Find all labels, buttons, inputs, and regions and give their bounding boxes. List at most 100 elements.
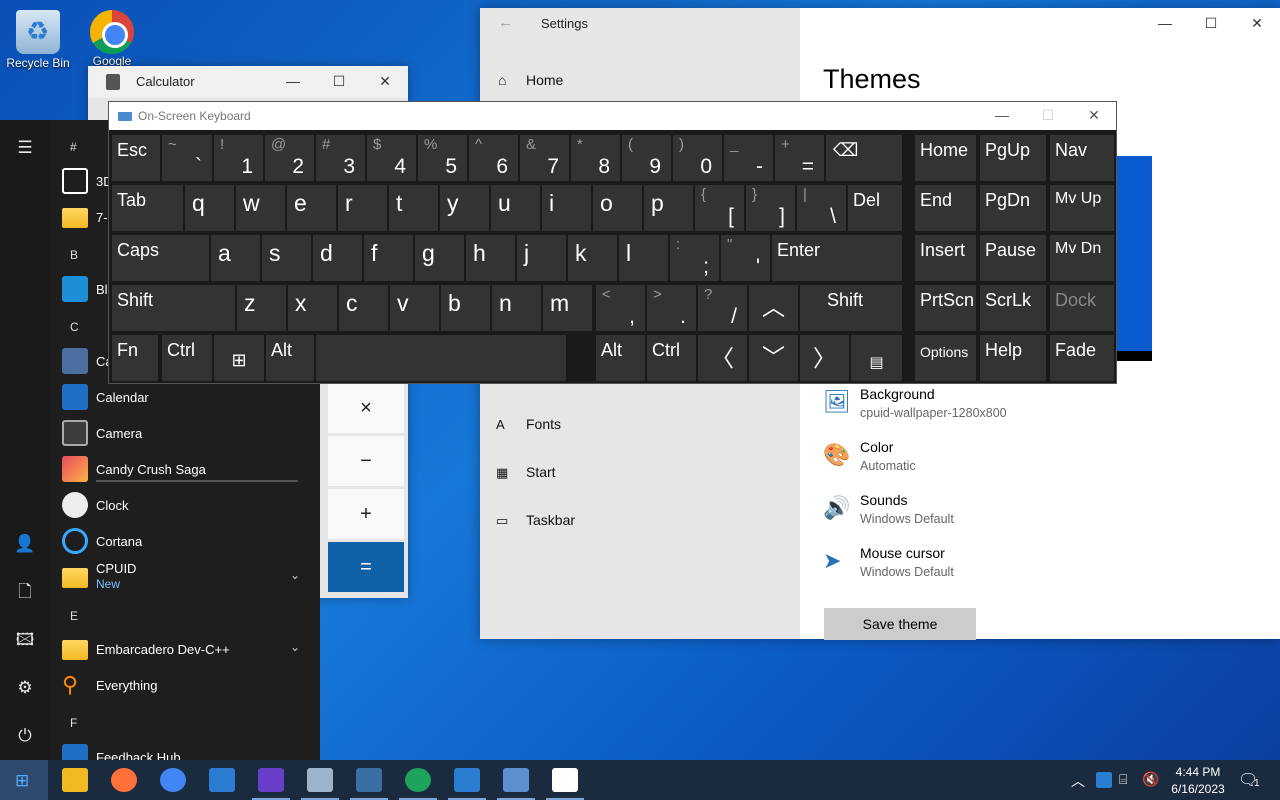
- close-button[interactable]: ✕: [362, 66, 408, 98]
- key-p[interactable]: p: [644, 185, 693, 231]
- app-camera[interactable]: Camera: [62, 415, 302, 451]
- key-enter[interactable]: Enter: [772, 235, 902, 281]
- key-9[interactable]: (9: [622, 135, 671, 181]
- key-q[interactable]: q: [185, 185, 234, 231]
- key-e[interactable]: e: [287, 185, 336, 231]
- key-down[interactable]: ﹀: [749, 335, 798, 381]
- key-equals[interactable]: + =: [775, 135, 824, 181]
- key-fade[interactable]: Fade: [1050, 335, 1114, 381]
- key-end[interactable]: End: [915, 185, 976, 231]
- taskbar-button[interactable]: [350, 760, 388, 800]
- app-clock[interactable]: Clock: [62, 487, 302, 523]
- taskbar-button[interactable]: [203, 760, 241, 800]
- key-0[interactable]: ) 0: [673, 135, 722, 181]
- key-alt-left[interactable]: Alt: [266, 335, 314, 381]
- key-tab[interactable]: Tab: [112, 185, 183, 231]
- key-pause[interactable]: Pause: [980, 235, 1046, 281]
- key-5[interactable]: % 5: [418, 135, 467, 181]
- clock-time[interactable]: 4:44 PM: [1170, 765, 1226, 779]
- key-comma[interactable]: <,: [596, 285, 645, 331]
- key-nav[interactable]: Nav: [1050, 135, 1114, 181]
- taskbar-button[interactable]: [301, 760, 339, 800]
- key-3[interactable]: #3: [316, 135, 365, 181]
- key-f[interactable]: f: [364, 235, 413, 281]
- taskbar-button[interactable]: [105, 760, 143, 800]
- app-cortana[interactable]: Cortana: [62, 523, 302, 559]
- minimize-button[interactable]: —: [979, 102, 1025, 130]
- maximize-button[interactable]: ☐: [316, 66, 362, 98]
- theme-sounds-option[interactable]: 🔊 Sounds Windows Default: [823, 492, 1143, 526]
- key-right-bracket[interactable]: }]: [746, 185, 795, 231]
- letter-header-hash[interactable]: #: [70, 140, 77, 154]
- letter-header-b[interactable]: B: [70, 248, 78, 262]
- maximize-button[interactable]: ☐: [1025, 102, 1071, 130]
- key-o[interactable]: o: [593, 185, 642, 231]
- key-y[interactable]: y: [440, 185, 489, 231]
- taskbar-button[interactable]: [448, 760, 486, 800]
- minimize-button[interactable]: —: [270, 66, 316, 98]
- key-dock[interactable]: Dock: [1050, 285, 1114, 331]
- tray-chevron-icon[interactable]: ︿: [1071, 771, 1085, 791]
- volume-muted-icon[interactable]: 🔇: [1142, 771, 1159, 788]
- key-s[interactable]: s: [262, 235, 311, 281]
- add-button[interactable]: +: [328, 489, 404, 539]
- key-shift-left[interactable]: Shift: [112, 285, 235, 331]
- key-r[interactable]: r: [338, 185, 387, 231]
- start-button[interactable]: ⊞: [0, 760, 48, 800]
- key-space[interactable]: [316, 335, 566, 381]
- back-arrow-icon[interactable]: ←: [498, 14, 513, 31]
- equals-button[interactable]: =: [328, 542, 404, 592]
- letter-header-e[interactable]: E: [70, 609, 78, 623]
- key-esc[interactable]: Esc: [112, 135, 160, 181]
- power-icon[interactable]: ⏻: [14, 725, 36, 747]
- chevron-down-icon[interactable]: ⌄: [290, 568, 300, 582]
- key-grave[interactable]: ~ `: [162, 135, 212, 181]
- app-cpuid[interactable]: CPUID New ⌄: [62, 559, 302, 595]
- settings-home-link[interactable]: ⌂ Home: [498, 72, 563, 88]
- taskbar-button[interactable]: [252, 760, 290, 800]
- key-1[interactable]: ! 1: [214, 135, 263, 181]
- tray-app-icon[interactable]: [1096, 772, 1112, 788]
- key-z[interactable]: z: [237, 285, 286, 331]
- key-c[interactable]: c: [339, 285, 388, 331]
- key-v[interactable]: v: [390, 285, 439, 331]
- taskbar-button[interactable]: [154, 760, 192, 800]
- key-4[interactable]: $4: [367, 135, 416, 181]
- key-alt-right[interactable]: Alt: [596, 335, 645, 381]
- key-i[interactable]: i: [542, 185, 591, 231]
- app-embarcadero[interactable]: Embarcadero Dev-C++ ⌄: [62, 631, 302, 667]
- close-button[interactable]: ✕: [1071, 102, 1117, 130]
- user-icon[interactable]: 👤: [14, 533, 36, 555]
- chevron-down-icon[interactable]: ⌄: [290, 640, 300, 654]
- settings-nav-fonts[interactable]: A Fonts: [496, 416, 561, 432]
- key-t[interactable]: t: [389, 185, 438, 231]
- key-scrlk[interactable]: ScrLk: [980, 285, 1046, 331]
- key-quote[interactable]: " ': [721, 235, 770, 281]
- theme-background-option[interactable]: 🖼 Background cpuid-wallpaper-1280x800: [823, 386, 1143, 420]
- key-mv-up[interactable]: Mv Up: [1050, 185, 1114, 231]
- key-h[interactable]: h: [466, 235, 515, 281]
- key-x[interactable]: x: [288, 285, 337, 331]
- key-insert[interactable]: Insert: [915, 235, 976, 281]
- app-candy-crush[interactable]: Candy Crush Saga: [62, 451, 302, 487]
- taskbar-button[interactable]: [56, 760, 94, 800]
- key-7[interactable]: & 7: [520, 135, 569, 181]
- taskbar-button[interactable]: [497, 760, 535, 800]
- key-semicolon[interactable]: :;: [670, 235, 719, 281]
- app-feedback-hub[interactable]: Feedback Hub: [62, 739, 302, 760]
- recycle-bin-desktop-icon[interactable]: Recycle Bin: [0, 10, 76, 70]
- key-w[interactable]: w: [236, 185, 285, 231]
- subtract-button[interactable]: −: [328, 436, 404, 486]
- letter-header-c[interactable]: C: [70, 320, 79, 334]
- key-d[interactable]: d: [313, 235, 362, 281]
- key-help[interactable]: Help: [980, 335, 1046, 381]
- key-n[interactable]: n: [492, 285, 541, 331]
- key-fn[interactable]: Fn: [112, 335, 158, 381]
- save-theme-button[interactable]: Save theme: [824, 608, 976, 640]
- key-left[interactable]: 〈: [698, 335, 747, 381]
- multiply-button[interactable]: ×: [328, 383, 404, 433]
- key-b[interactable]: b: [441, 285, 490, 331]
- key-right[interactable]: 〉: [800, 335, 849, 381]
- settings-nav-taskbar[interactable]: ▭ Taskbar: [496, 512, 575, 529]
- key-g[interactable]: g: [415, 235, 464, 281]
